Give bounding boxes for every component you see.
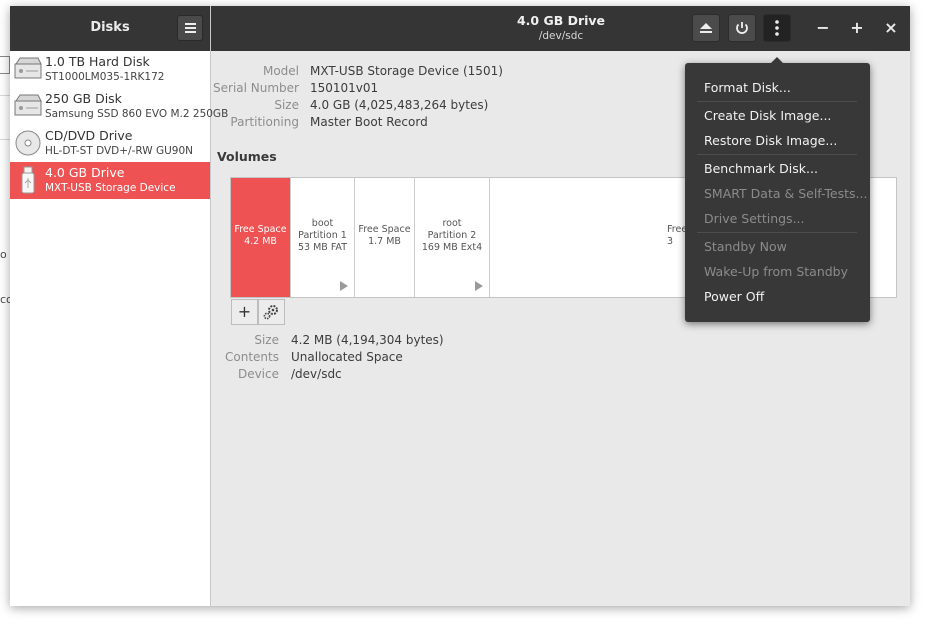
menu-item-format-disk[interactable]: Format Disk...: [704, 80, 791, 95]
partition-line: 1.7 MB: [368, 236, 401, 247]
background-divider: [0, 139, 10, 140]
volume-device-value: /dev/sdc: [291, 367, 342, 381]
volumes-heading: Volumes: [217, 149, 277, 164]
menu-item-standby-now: Standby Now: [704, 239, 787, 254]
menu-separator: [697, 154, 857, 155]
partition-text: Free Space 1.7 MB: [355, 224, 414, 248]
kebab-menu-icon: [775, 20, 779, 36]
background-window-fragment: [0, 56, 10, 74]
partition-free-space-1[interactable]: Free Space 4.2 MB: [231, 178, 291, 297]
menu-item-restore-disk-image[interactable]: Restore Disk Image...: [704, 133, 837, 148]
model-label: Model: [262, 64, 299, 78]
serial-value: 150101v01: [310, 81, 379, 95]
model-value: MXT-USB Storage Device (1501): [310, 64, 503, 78]
menu-item-power-off[interactable]: Power Off: [704, 289, 764, 304]
disk-model: ST1000LM035-1RK172: [45, 71, 165, 83]
serial-label: Serial Number: [213, 81, 299, 95]
partition-options-button[interactable]: [258, 299, 285, 325]
partition-text: root Partition 2 169 MB Ext4: [415, 218, 489, 254]
gears-icon: [263, 305, 278, 320]
partition-line: 53 MB FAT: [298, 242, 347, 253]
optical-disc-icon: [15, 130, 41, 156]
header-bar: 4.0 GB Drive /dev/sdc − + ×: [211, 6, 910, 51]
size-label: Size: [274, 98, 299, 112]
sidebar-header: Disks: [10, 6, 210, 51]
menu-item-create-disk-image[interactable]: Create Disk Image...: [704, 108, 831, 123]
power-icon: [736, 22, 748, 34]
partitioning-value: Master Boot Record: [310, 115, 428, 129]
hamburger-icon-bar: [185, 27, 196, 29]
volume-contents-value: Unallocated Space: [291, 350, 403, 364]
background-text: o: [0, 248, 7, 261]
minimize-button[interactable]: −: [813, 18, 833, 38]
eject-button[interactable]: [692, 14, 720, 42]
menu-item-smart-data: SMART Data & Self-Tests...: [704, 186, 868, 201]
partition-free-space-2[interactable]: Free Space 1.7 MB: [355, 178, 415, 297]
menu-item-benchmark-disk[interactable]: Benchmark Disk...: [704, 161, 818, 176]
partition-line: Free Space: [358, 224, 411, 235]
partition-line: 169 MB Ext4: [421, 242, 483, 253]
disk-item-optical[interactable]: CD/DVD Drive HL-DT-ST DVD+/-RW GU90N: [10, 125, 210, 162]
power-off-button[interactable]: [728, 14, 756, 42]
partition-text: Free Space 4.2 MB: [231, 224, 290, 248]
hamburger-menu-button[interactable]: [177, 15, 203, 41]
ssd-icon: [14, 94, 42, 116]
disk-name: CD/DVD Drive: [45, 128, 133, 143]
close-button[interactable]: ×: [881, 18, 901, 38]
eject-icon: [700, 23, 712, 33]
expand-arrow-icon[interactable]: [340, 281, 348, 291]
partition-line: boot: [311, 218, 334, 229]
partition-line: 4.2 MB: [244, 236, 277, 247]
partition-boot[interactable]: boot Partition 1 53 MB FAT: [291, 178, 355, 297]
maximize-button[interactable]: +: [847, 18, 867, 38]
drive-menu-button[interactable]: [763, 14, 791, 42]
drive-title: 4.0 GB Drive: [516, 13, 606, 28]
volume-size-value: 4.2 MB (4,194,304 bytes): [291, 333, 444, 347]
menu-pointer: [771, 57, 783, 63]
disk-model: Samsung SSD 860 EVO M.2 250GB: [45, 108, 229, 120]
volume-contents-label: Contents: [225, 350, 279, 364]
expand-arrow-icon[interactable]: [475, 281, 483, 291]
partition-line: root: [442, 218, 462, 229]
disk-model: HL-DT-ST DVD+/-RW GU90N: [45, 145, 194, 157]
drive-options-menu: Format Disk... Create Disk Image... Rest…: [685, 57, 870, 322]
menu-separator: [697, 232, 857, 233]
hard-disk-icon: [14, 57, 42, 79]
partition-line: Free Space: [234, 224, 287, 235]
hamburger-icon: [185, 23, 196, 25]
sidebar: Disks 1.0 TB Hard Disk ST1000LM035-1RK17…: [10, 6, 228, 606]
partition-line: Partition 2: [427, 230, 477, 241]
usb-drive-icon: [21, 166, 35, 194]
partition-text: boot Partition 1 53 MB FAT: [291, 218, 354, 254]
partitioning-label: Partitioning: [230, 115, 299, 129]
disk-item-ssd[interactable]: 250 GB Disk Samsung SSD 860 EVO M.2 250G…: [10, 88, 228, 125]
drive-device-path: /dev/sdc: [538, 30, 584, 42]
create-partition-button[interactable]: +: [231, 299, 258, 325]
disk-item-hard-disk[interactable]: 1.0 TB Hard Disk ST1000LM035-1RK172: [10, 51, 210, 88]
size-value: 4.0 GB (4,025,483,264 bytes): [310, 98, 489, 112]
disk-name: 4.0 GB Drive: [45, 165, 125, 180]
disk-item-usb-drive[interactable]: 4.0 GB Drive MXT-USB Storage Device: [10, 162, 210, 199]
background-divider: [0, 95, 10, 96]
partition-line: Partition 1: [298, 230, 347, 241]
disk-model: MXT-USB Storage Device: [45, 182, 176, 194]
disk-name: 250 GB Disk: [45, 91, 122, 106]
menu-item-wake-up: Wake-Up from Standby: [704, 264, 849, 279]
menu-separator: [697, 101, 857, 102]
disk-list: 1.0 TB Hard Disk ST1000LM035-1RK172 250 …: [10, 51, 228, 199]
hamburger-icon-bar: [185, 31, 196, 33]
volume-size-label: Size: [254, 333, 279, 347]
volume-device-label: Device: [237, 367, 279, 381]
partition-root[interactable]: root Partition 2 169 MB Ext4: [415, 178, 490, 297]
disk-name: 1.0 TB Hard Disk: [45, 54, 150, 69]
plus-icon: +: [237, 302, 252, 321]
menu-item-drive-settings: Drive Settings...: [704, 211, 805, 226]
